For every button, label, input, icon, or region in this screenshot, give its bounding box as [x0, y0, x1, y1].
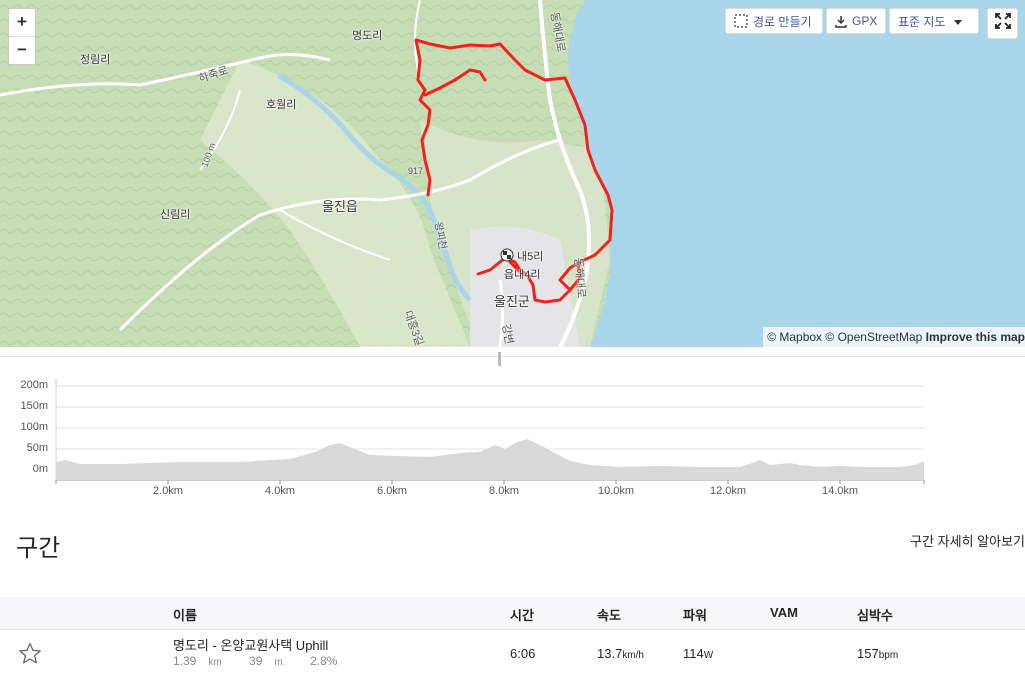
place-label-eup4ri: 읍내4리 [504, 269, 541, 281]
map-style-label: 표준 지도 [898, 14, 946, 29]
table-row[interactable]: 명도리 - 온양교원사택 Uphill 1.39 km 39 m 2.8% 6:06… [0, 630, 1025, 677]
fullscreen-button[interactable] [987, 8, 1018, 39]
place-label-howolri: 호월리 [266, 99, 297, 111]
elevation-chart[interactable]: 200m 150m 100m 50m 0m 2.0km 4.0km 6.0km … [0, 352, 1025, 507]
elevation-x-label: 8.0km [489, 485, 519, 497]
segment-grade: 2.8% [310, 654, 338, 668]
segments-heading: 구간 [16, 535, 61, 562]
elevation-x-label: 6.0km [377, 485, 407, 497]
segment-speed: 13.7km/h [597, 646, 644, 661]
elevation-x-label: 12.0km [709, 485, 747, 497]
place-label-uljingun: 울진군 [494, 294, 530, 309]
zoom-out-button[interactable]: − [9, 36, 35, 64]
segments-learn-more-link[interactable]: 구간 자세히 알아보기 [910, 531, 1025, 550]
segment-stats: 1.39 km 39 m 2.8% [173, 654, 349, 668]
segment-elevation: 39 m [249, 654, 283, 668]
header-time[interactable]: 시간 [510, 605, 534, 624]
elevation-x-label: 14.0km [821, 485, 859, 497]
elevation-profile [56, 439, 924, 480]
road-number-label: 917 [408, 166, 424, 176]
finish-flag-icon [500, 248, 514, 262]
place-label-jeongrimri: 정림리 [80, 54, 111, 66]
zoom-in-button[interactable]: + [9, 9, 35, 36]
segment-name-link[interactable]: 명도리 - 온양교원사택 Uphill [173, 635, 328, 654]
improve-map-link[interactable]: Improve this map [926, 330, 1025, 344]
segments-table-header: 이름 시간 속도 파워 VAM 심박수 [0, 598, 1025, 630]
download-icon [835, 15, 847, 28]
fullscreen-icon [994, 13, 1011, 34]
header-speed[interactable]: 속도 [597, 605, 621, 624]
osm-attribution-link[interactable]: © OpenStreetMap [825, 330, 922, 344]
map-attribution: © Mapbox © OpenStreetMap Improve this ma… [763, 327, 1025, 347]
zoom-control: + − [8, 8, 36, 65]
caret-down-icon [953, 14, 962, 28]
place-label-nae5ri: 내5리 [517, 251, 544, 263]
create-route-button[interactable]: 경로 만들기 [725, 8, 823, 34]
place-label-sinrimri: 신림리 [160, 209, 191, 221]
header-heartrate[interactable]: 심박수 [857, 605, 893, 624]
create-route-label: 경로 만들기 [753, 14, 812, 29]
road-label-donghaedaero-south: 동해대로 [571, 257, 587, 299]
map-style-dropdown[interactable]: 표준 지도 [889, 8, 979, 34]
segment-power: 114W [683, 646, 714, 661]
elevation-x-label: 2.0km [153, 485, 183, 497]
route-map[interactable]: 명도리 정림리 하죽로 호월리 100 m 917 울진읍 신림리 왕피천 동해… [0, 0, 1025, 347]
elevation-x-label: 4.0km [265, 485, 295, 497]
segment-distance: 1.39 km [173, 654, 222, 668]
gpx-label: GPX [852, 14, 878, 28]
segment-heartrate: 157bpm [857, 646, 899, 661]
header-power[interactable]: 파워 [683, 605, 707, 624]
place-label-myeongdori: 명도리 [352, 30, 383, 42]
elevation-x-label: 10.0km [597, 485, 635, 497]
star-icon[interactable] [18, 642, 42, 670]
road-label-gangbyeon: 강변 [499, 323, 515, 346]
gpx-button[interactable]: GPX [826, 8, 886, 34]
route-icon [734, 14, 748, 28]
mapbox-attribution-link[interactable]: © Mapbox [767, 330, 822, 344]
segment-time: 6:06 [510, 646, 536, 661]
header-name[interactable]: 이름 [173, 605, 197, 624]
place-label-uljineup: 울진읍 [322, 199, 358, 214]
header-vam[interactable]: VAM [770, 605, 798, 620]
